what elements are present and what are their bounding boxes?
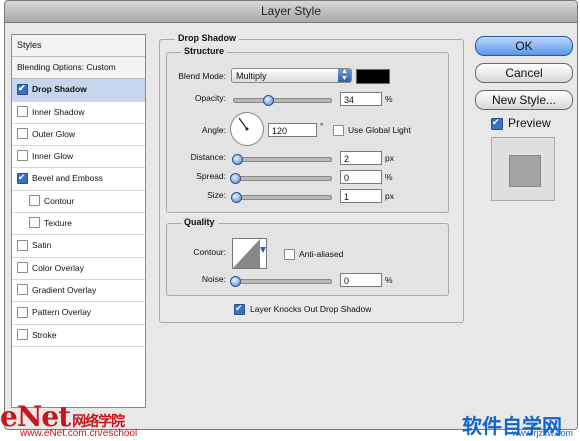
blend-mode-value: Multiply	[236, 71, 267, 81]
style-item-blending-options[interactable]: Blending Options: Custom	[12, 57, 145, 80]
distance-input[interactable]: 2	[340, 151, 382, 165]
noise-input[interactable]: 0	[340, 273, 382, 287]
inner-shadow-checkbox[interactable]	[17, 105, 28, 117]
style-item-label: Gradient Overlay	[32, 284, 97, 295]
size-input[interactable]: 1	[340, 189, 382, 203]
noise-unit: %	[385, 275, 393, 285]
preview-square	[509, 155, 541, 187]
styles-header[interactable]: Styles	[12, 35, 145, 57]
opacity-label: Opacity:	[194, 93, 226, 103]
style-item-stroke[interactable]: Stroke	[12, 325, 145, 347]
structure-title: Structure	[181, 46, 228, 56]
style-item-label: Bevel and Emboss	[32, 173, 103, 184]
use-global-light-checkbox[interactable]	[333, 125, 344, 136]
preview-thumbnail	[491, 137, 555, 201]
angle-dial-needle-icon	[238, 117, 249, 131]
style-item-texture[interactable]: Texture	[12, 213, 145, 236]
styles-list: Styles Blending Options: Custom Drop Sha…	[11, 34, 146, 408]
preview-label: Preview	[508, 116, 551, 130]
blend-mode-label: Blend Mode:	[178, 71, 226, 81]
dialog-title: Layer Style	[5, 1, 577, 23]
drop-shadow-title: Drop Shadow	[175, 33, 239, 43]
anti-aliased-label: Anti-aliased	[299, 249, 344, 259]
style-item-label: Texture	[44, 218, 72, 229]
style-item-outer-glow[interactable]: Outer Glow	[12, 124, 145, 147]
style-item-bevel-emboss[interactable]: Bevel and Emboss	[12, 168, 145, 191]
distance-unit: px	[385, 153, 394, 163]
noise-slider-knob[interactable]	[230, 276, 241, 287]
spread-slider-knob[interactable]	[230, 173, 241, 184]
style-item-label: Stroke	[32, 329, 57, 340]
use-global-light-label: Use Global Light	[348, 125, 411, 135]
style-item-label: Drop Shadow	[32, 84, 87, 95]
updown-arrows-icon: ▲ ▼	[338, 68, 351, 82]
spread-label: Spread:	[196, 171, 226, 181]
texture-checkbox[interactable]	[29, 217, 40, 229]
style-item-label: Inner Shadow	[32, 106, 85, 117]
ok-button[interactable]: OK	[475, 36, 573, 56]
style-item-label: Contour	[44, 195, 75, 206]
quality-group	[166, 223, 449, 296]
size-slider[interactable]	[231, 192, 332, 203]
spread-input[interactable]: 0	[340, 170, 382, 184]
drop-shadow-checkbox[interactable]	[17, 83, 28, 95]
cancel-button[interactable]: Cancel	[475, 63, 573, 83]
style-item-contour[interactable]: Contour	[12, 191, 145, 214]
style-item-label: Color Overlay	[32, 262, 84, 273]
style-item-satin[interactable]: Satin	[12, 235, 145, 258]
quality-title: Quality	[181, 217, 218, 227]
angle-unit: °	[320, 121, 324, 131]
distance-slider-knob[interactable]	[232, 154, 243, 165]
outer-glow-checkbox[interactable]	[17, 128, 28, 140]
style-item-label: Pattern Overlay	[32, 307, 92, 318]
satin-checkbox[interactable]	[17, 239, 28, 251]
anti-aliased-checkbox[interactable]	[284, 249, 295, 260]
style-item-label: Outer Glow	[32, 128, 75, 139]
inner-glow-checkbox[interactable]	[17, 150, 28, 162]
pattern-overlay-checkbox[interactable]	[17, 306, 28, 318]
linear-contour-icon	[233, 239, 266, 268]
style-item-pattern-overlay[interactable]: Pattern Overlay	[12, 302, 145, 325]
blend-mode-select[interactable]: Multiply ▲ ▼	[231, 68, 352, 83]
layer-knocks-out-checkbox[interactable]	[234, 303, 245, 315]
opacity-slider[interactable]	[233, 95, 332, 106]
style-item-color-overlay[interactable]: Color Overlay	[12, 258, 145, 280]
style-item-label: Inner Glow	[32, 151, 74, 162]
layer-style-dialog: Layer Style Styles Blending Options: Cus…	[4, 0, 578, 430]
stroke-checkbox[interactable]	[17, 328, 28, 340]
opacity-slider-knob[interactable]	[263, 95, 274, 106]
spread-unit: %	[385, 172, 393, 182]
enet-url: www.eNet.com.cn/eschool	[20, 428, 138, 439]
distance-slider[interactable]	[232, 154, 332, 165]
angle-label: Angle:	[201, 125, 226, 135]
preview-checkbox[interactable]	[491, 117, 503, 130]
size-label: Size:	[207, 190, 226, 200]
gradient-overlay-checkbox[interactable]	[17, 284, 28, 296]
opacity-input[interactable]: 34	[340, 92, 382, 106]
contour-picker[interactable]	[232, 238, 267, 269]
size-unit: px	[385, 191, 394, 201]
rjzxw-url: www.rjzxw.com	[512, 428, 574, 438]
style-item-gradient-overlay[interactable]: Gradient Overlay	[12, 280, 145, 303]
style-item-inner-glow[interactable]: Inner Glow	[12, 146, 145, 169]
contour-label: Contour:	[193, 247, 226, 257]
bevel-emboss-checkbox[interactable]	[17, 172, 28, 184]
noise-slider[interactable]	[230, 276, 332, 287]
contour-checkbox[interactable]	[29, 195, 40, 207]
color-overlay-checkbox[interactable]	[17, 261, 28, 273]
style-item-inner-shadow[interactable]: Inner Shadow	[12, 102, 145, 124]
shadow-color-swatch[interactable]	[356, 69, 390, 84]
spread-slider[interactable]	[230, 173, 332, 184]
size-slider-knob[interactable]	[231, 192, 242, 203]
angle-input[interactable]: 120	[268, 123, 317, 137]
distance-label: Distance:	[190, 152, 226, 162]
noise-label: Noise:	[201, 274, 226, 284]
layer-knocks-out-label: Layer Knocks Out Drop Shadow	[250, 304, 372, 314]
style-item-drop-shadow[interactable]: Drop Shadow	[12, 79, 145, 102]
angle-dial[interactable]	[230, 112, 264, 146]
new-style-button[interactable]: New Style...	[475, 90, 573, 110]
style-item-label: Blending Options: Custom	[17, 62, 116, 72]
opacity-unit: %	[385, 94, 393, 104]
style-item-label: Satin	[32, 240, 52, 251]
